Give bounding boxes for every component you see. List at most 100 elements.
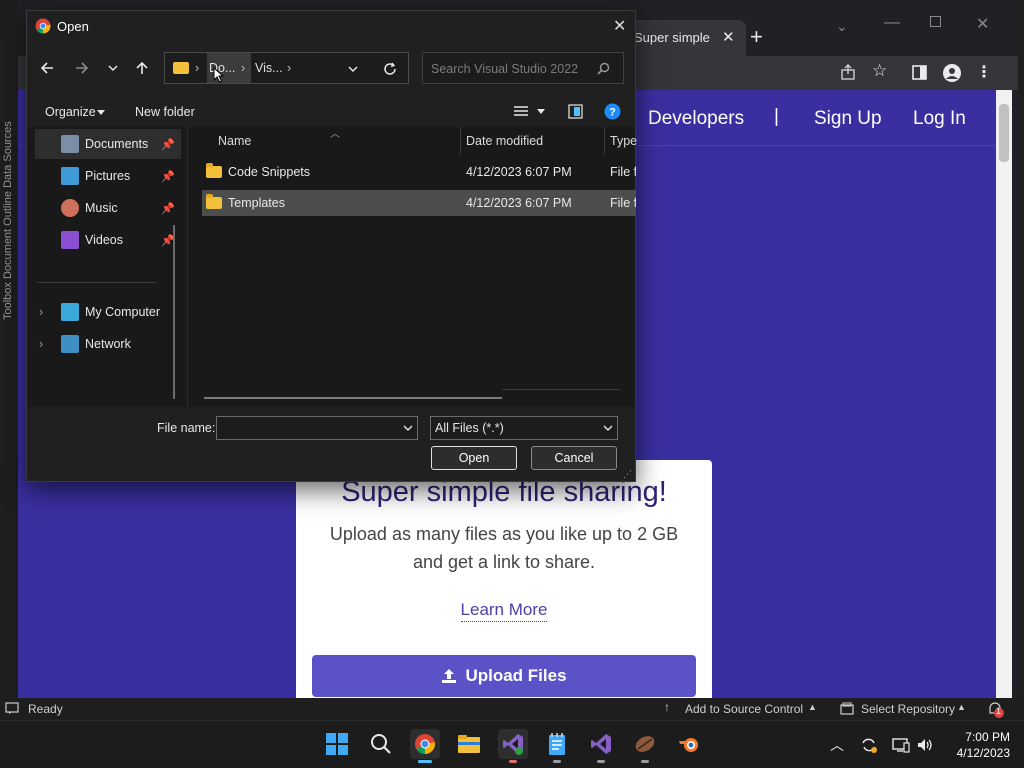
close-window-icon[interactable]: ✕: [976, 14, 989, 34]
vs-left-strip: Toolbox Document Outline Data Sources: [0, 0, 18, 700]
sync-icon[interactable]: [860, 737, 878, 753]
organize-button[interactable]: Organize: [45, 105, 96, 119]
profile-icon[interactable]: [942, 63, 962, 83]
output-icon[interactable]: [5, 702, 19, 715]
preview-pane-icon[interactable]: [568, 104, 583, 119]
address-bar[interactable]: › Do... › Vis... ›: [164, 52, 409, 84]
minimize-icon[interactable]: —: [884, 14, 900, 32]
upload-files-button[interactable]: Upload Files: [312, 655, 696, 697]
windows-start-icon[interactable]: [322, 729, 352, 759]
nav-item-videos[interactable]: Videos 📌: [35, 225, 181, 255]
file-type-filter-select[interactable]: All Files (*.*): [430, 416, 618, 440]
network-status-icon[interactable]: [892, 737, 910, 753]
nav-item-label: Videos: [85, 233, 123, 247]
file-row[interactable]: Code Snippets 4/12/2023 6:07 PM File fo: [202, 159, 636, 185]
computer-icon: [61, 303, 79, 321]
column-separator[interactable]: [604, 127, 605, 155]
cancel-button[interactable]: Cancel: [531, 446, 617, 470]
nav-signup-link[interactable]: Sign Up: [814, 108, 882, 130]
expand-chevron-icon[interactable]: ›: [39, 305, 43, 319]
column-name[interactable]: Name: [218, 127, 251, 155]
nav-item-network[interactable]: › Network: [35, 329, 181, 359]
system-clock[interactable]: 7:00 PM 4/12/2023: [940, 729, 1010, 761]
chevron-right-icon[interactable]: ›: [287, 61, 291, 75]
select-repository[interactable]: Select Repository: [861, 702, 955, 716]
caret-up-icon[interactable]: ▲: [957, 702, 966, 712]
nav-separator: |: [774, 106, 779, 127]
view-dropdown-icon[interactable]: [537, 109, 545, 115]
svg-text:?: ?: [609, 107, 616, 119]
file-type: File fo: [610, 165, 636, 179]
nav-login-link[interactable]: Log In: [913, 108, 966, 130]
dialog-navbar: › Do... › Vis... › Search Visual Studio …: [27, 45, 635, 91]
tab-search-icon[interactable]: ⌄: [836, 18, 848, 35]
chrome-taskbar-icon[interactable]: [410, 729, 440, 763]
back-icon[interactable]: [34, 55, 60, 81]
nav-item-label: Documents: [85, 137, 149, 151]
chevron-right-icon[interactable]: ›: [195, 61, 199, 75]
scroll-thumb[interactable]: [999, 104, 1009, 162]
search-input[interactable]: Search Visual Studio 2022: [422, 52, 624, 84]
address-dropdown-icon[interactable]: [347, 64, 359, 74]
column-separator[interactable]: [460, 127, 461, 155]
nav-item-my-computer[interactable]: › My Computer: [35, 297, 181, 327]
bookmark-star-icon[interactable]: ☆: [872, 61, 887, 81]
open-button[interactable]: Open: [431, 446, 517, 470]
learn-more-link[interactable]: Learn More: [460, 600, 548, 622]
file-name: Templates: [228, 196, 285, 210]
new-tab-icon[interactable]: +: [750, 24, 763, 50]
tab-close-icon[interactable]: ✕: [722, 28, 735, 46]
search-placeholder: Search Visual Studio 2022: [431, 62, 579, 76]
clock-date: 4/12/2023: [956, 746, 1010, 760]
view-options-icon[interactable]: [513, 105, 529, 119]
horizontal-scrollbar[interactable]: [204, 397, 502, 399]
help-icon[interactable]: ?: [604, 103, 621, 120]
nav-item-pictures[interactable]: Pictures 📌: [35, 161, 181, 191]
blender-icon[interactable]: [674, 729, 704, 759]
nav-developers-link[interactable]: Developers: [648, 108, 744, 130]
show-hidden-icons-icon[interactable]: ︿: [830, 735, 844, 755]
pin-icon[interactable]: 📌: [161, 138, 175, 151]
search-icon[interactable]: [366, 729, 396, 759]
file-explorer-icon[interactable]: [454, 729, 484, 759]
upload-icon: [442, 669, 457, 683]
chevron-down-icon[interactable]: [403, 425, 413, 432]
browser-tab[interactable]: Super simple ✕: [626, 20, 746, 56]
search-icon: [597, 62, 610, 75]
menu-dots-icon[interactable]: ⋮: [976, 62, 992, 82]
nav-item-documents[interactable]: Documents 📌: [35, 129, 181, 159]
dialog-close-icon[interactable]: ✕: [613, 16, 626, 36]
recent-dropdown-icon[interactable]: [100, 55, 126, 81]
file-name-input[interactable]: [216, 416, 418, 440]
side-panel-icon[interactable]: [912, 65, 927, 80]
pin-icon[interactable]: 📌: [161, 170, 175, 183]
pin-icon[interactable]: 📌: [161, 202, 175, 215]
column-date-modified[interactable]: Date modified: [466, 127, 543, 155]
vs-side-tabs[interactable]: Toolbox Document Outline Data Sources: [2, 60, 16, 320]
nav-scrollbar[interactable]: [173, 225, 175, 399]
caret-up-icon[interactable]: ▲: [808, 702, 817, 712]
share-icon[interactable]: [840, 64, 856, 80]
nav-item-label: Network: [85, 337, 131, 351]
chevron-right-icon[interactable]: ›: [241, 61, 245, 75]
coffee-app-icon[interactable]: [630, 729, 660, 763]
column-type[interactable]: Type: [610, 127, 637, 155]
up-icon[interactable]: [129, 55, 155, 81]
maximize-icon[interactable]: [930, 16, 941, 27]
nav-item-music[interactable]: Music 📌: [35, 193, 181, 223]
file-row[interactable]: Templates 4/12/2023 6:07 PM File fo: [202, 190, 636, 216]
chevron-down-icon[interactable]: [603, 425, 613, 432]
visual-studio-2-icon[interactable]: [586, 729, 616, 763]
add-source-control[interactable]: Add to Source Control: [685, 702, 803, 716]
organize-dropdown-icon[interactable]: [97, 110, 105, 116]
page-scrollbar[interactable]: [996, 90, 1012, 702]
notepad-icon[interactable]: [542, 729, 572, 763]
expand-chevron-icon[interactable]: ›: [39, 337, 43, 351]
refresh-icon[interactable]: [383, 62, 397, 76]
resize-grip-icon[interactable]: ⋰: [623, 469, 632, 480]
new-folder-button[interactable]: New folder: [135, 105, 195, 119]
breadcrumb-visual-studio[interactable]: Vis...: [255, 61, 283, 75]
visual-studio-icon[interactable]: [498, 729, 528, 763]
forward-icon[interactable]: [69, 55, 95, 81]
volume-icon[interactable]: [916, 737, 934, 753]
